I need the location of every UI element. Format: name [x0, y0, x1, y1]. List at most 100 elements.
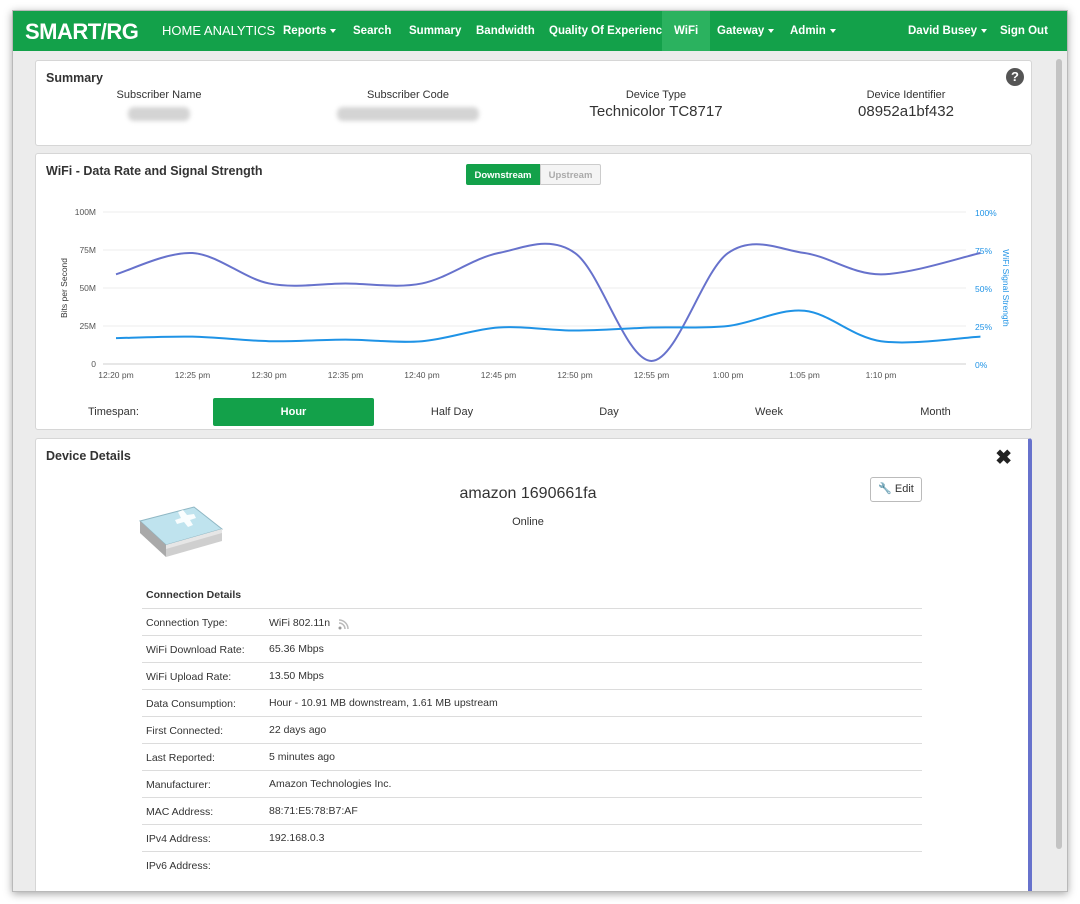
y2-axis-title: WiFi Signal Strength [1001, 249, 1011, 327]
nav-wifi[interactable]: WiFi [662, 11, 711, 51]
subscriber-name-redacted [128, 107, 190, 121]
detail-row-upload-rate: WiFi Upload Rate: 13.50 Mbps [142, 662, 922, 689]
y2-tick-label: 50% [975, 284, 992, 294]
detail-value: 5 minutes ago [269, 751, 335, 763]
nav-home-analytics[interactable]: HOME ANALYTICS [162, 11, 275, 51]
x-tick-label: 12:50 pm [557, 370, 592, 380]
timespan-week[interactable]: Week [714, 398, 824, 426]
detail-value: WiFi 802.11n [269, 616, 351, 630]
detail-row-data-consumption: Data Consumption: Hour - 10.91 MB downst… [142, 689, 922, 716]
detail-value: 192.168.0.3 [269, 832, 325, 844]
chevron-down-icon [981, 28, 988, 33]
nav-admin[interactable]: Admin [790, 11, 836, 51]
device-status: Online [512, 516, 544, 528]
detail-value: 88:71:E5:78:B7:AF [269, 805, 358, 817]
chevron-down-icon [829, 28, 836, 33]
y-tick-label: 75M [79, 245, 96, 255]
x-tick-label: 12:45 pm [481, 370, 516, 380]
wifi-chart: 0 0%25M 25%50M 50%75M 75%100M 100%12:20 pm 12:… [59, 207, 1011, 380]
summary-panel: Summary ? Subscriber Name Subscriber Cod… [35, 60, 1032, 146]
detail-label: Data Consumption: [146, 698, 236, 710]
help-icon[interactable]: ? [1006, 68, 1024, 86]
x-tick-label: 12:35 pm [328, 370, 363, 380]
chevron-down-icon [330, 28, 337, 33]
detail-value: 65.36 Mbps [269, 643, 324, 655]
device-identifier-value: 08952a1bf432 [858, 103, 954, 120]
timespan-hour[interactable]: Hour [213, 398, 374, 426]
close-icon[interactable]: ✖ [995, 445, 1012, 470]
timespan-half-day[interactable]: Half Day [392, 398, 512, 426]
subscriber-code-label: Subscriber Code [367, 89, 449, 101]
detail-row-ipv6-address: IPv6 Address: [142, 851, 922, 878]
x-tick-label: 1:10 pm [866, 370, 897, 380]
y2-tick-label: 25% [975, 322, 992, 332]
y-axis-title: Bits per Second [59, 258, 69, 318]
y-tick-label: 25M [79, 321, 96, 331]
detail-row-manufacturer: Manufacturer: Amazon Technologies Inc. [142, 770, 922, 797]
detail-row-last-reported: Last Reported: 5 minutes ago [142, 743, 922, 770]
chevron-down-icon [768, 28, 775, 33]
subscriber-name-field: Subscriber Name [59, 89, 259, 126]
device-identifier-field: Device Identifier 08952a1bf432 [806, 89, 1006, 120]
detail-row-ipv4-address: IPv4 Address: 192.168.0.3 [142, 824, 922, 851]
device-type-value: Technicolor TC8717 [589, 103, 723, 120]
edit-button[interactable]: 🔧 Edit [870, 477, 922, 502]
detail-label: Manufacturer: [146, 779, 211, 791]
device-details-title: Device Details [46, 449, 131, 463]
detail-value: 13.50 Mbps [269, 670, 324, 682]
detail-label: WiFi Upload Rate: [146, 671, 232, 683]
wifi-signal-icon [338, 619, 349, 630]
detail-label: First Connected: [146, 725, 224, 737]
nav-admin-label: Admin [790, 25, 826, 37]
top-navbar: SMART/RG HOME ANALYTICS Reports Search S… [13, 11, 1067, 51]
timespan-day[interactable]: Day [554, 398, 664, 426]
y2-tick-label: 100% [975, 208, 997, 218]
wrench-icon: 🔧 [878, 483, 892, 495]
x-tick-label: 12:55 pm [634, 370, 669, 380]
brand-logo[interactable]: SMART/RG [25, 19, 139, 45]
subscriber-name-label: Subscriber Name [116, 89, 202, 101]
page-scrollbar[interactable] [1054, 51, 1064, 889]
nav-search[interactable]: Search [353, 11, 391, 51]
device-identifier-label: Device Identifier [866, 89, 946, 101]
device-details-panel: Device Details ✖ amazon 1690661fa Online… [35, 438, 1032, 891]
nav-reports-label: Reports [283, 25, 327, 37]
device-type-label: Device Type [625, 89, 687, 101]
nav-summary[interactable]: Summary [409, 11, 461, 51]
detail-row-download-rate: WiFi Download Rate: 65.36 Mbps [142, 635, 922, 662]
detail-value: Hour - 10.91 MB downstream, 1.61 MB upst… [269, 697, 498, 709]
nav-quality-of-experience[interactable]: Quality Of Experience [549, 11, 669, 51]
x-tick-label: 1:05 pm [789, 370, 820, 380]
nav-reports[interactable]: Reports [283, 11, 337, 51]
detail-row-first-connected: First Connected: 22 days ago [142, 716, 922, 743]
y-tick-label: 50M [79, 283, 96, 293]
detail-label: IPv6 Address: [146, 860, 211, 872]
nav-gateway[interactable]: Gateway [717, 11, 775, 51]
x-tick-label: 12:30 pm [251, 370, 286, 380]
scrollbar-thumb[interactable] [1056, 59, 1062, 849]
device-image [138, 506, 224, 557]
user-name: David Busey [908, 25, 978, 37]
timespan-label: Timespan: [88, 406, 139, 418]
wifi-chart-panel: WiFi - Data Rate and Signal Strength Dow… [35, 153, 1032, 430]
timespan-month[interactable]: Month [878, 398, 993, 426]
sign-out-link[interactable]: Sign Out [1000, 11, 1048, 51]
detail-value: 22 days ago [269, 724, 327, 736]
subscriber-code-field: Subscriber Code [308, 89, 508, 126]
data-rate-series-line [115, 242, 981, 362]
y2-tick-label: 0% [975, 360, 988, 370]
nav-bandwidth[interactable]: Bandwidth [476, 11, 535, 51]
device-type-field: Device Type Technicolor TC8717 [556, 89, 756, 120]
detail-label: IPv4 Address: [146, 833, 211, 845]
detail-label: MAC Address: [146, 806, 214, 818]
user-menu[interactable]: David Busey [908, 11, 988, 51]
x-tick-label: 12:20 pm [98, 370, 133, 380]
summary-title: Summary [46, 71, 103, 85]
x-tick-label: 12:25 pm [175, 370, 210, 380]
device-name: amazon 1690661fa [459, 485, 597, 502]
detail-label: Connection Type: [146, 617, 228, 629]
x-tick-label: 12:40 pm [404, 370, 439, 380]
detail-label: WiFi Download Rate: [146, 644, 245, 656]
detail-label: Last Reported: [146, 752, 215, 764]
detail-row-connection-type: Connection Type: WiFi 802.11n [142, 608, 922, 635]
